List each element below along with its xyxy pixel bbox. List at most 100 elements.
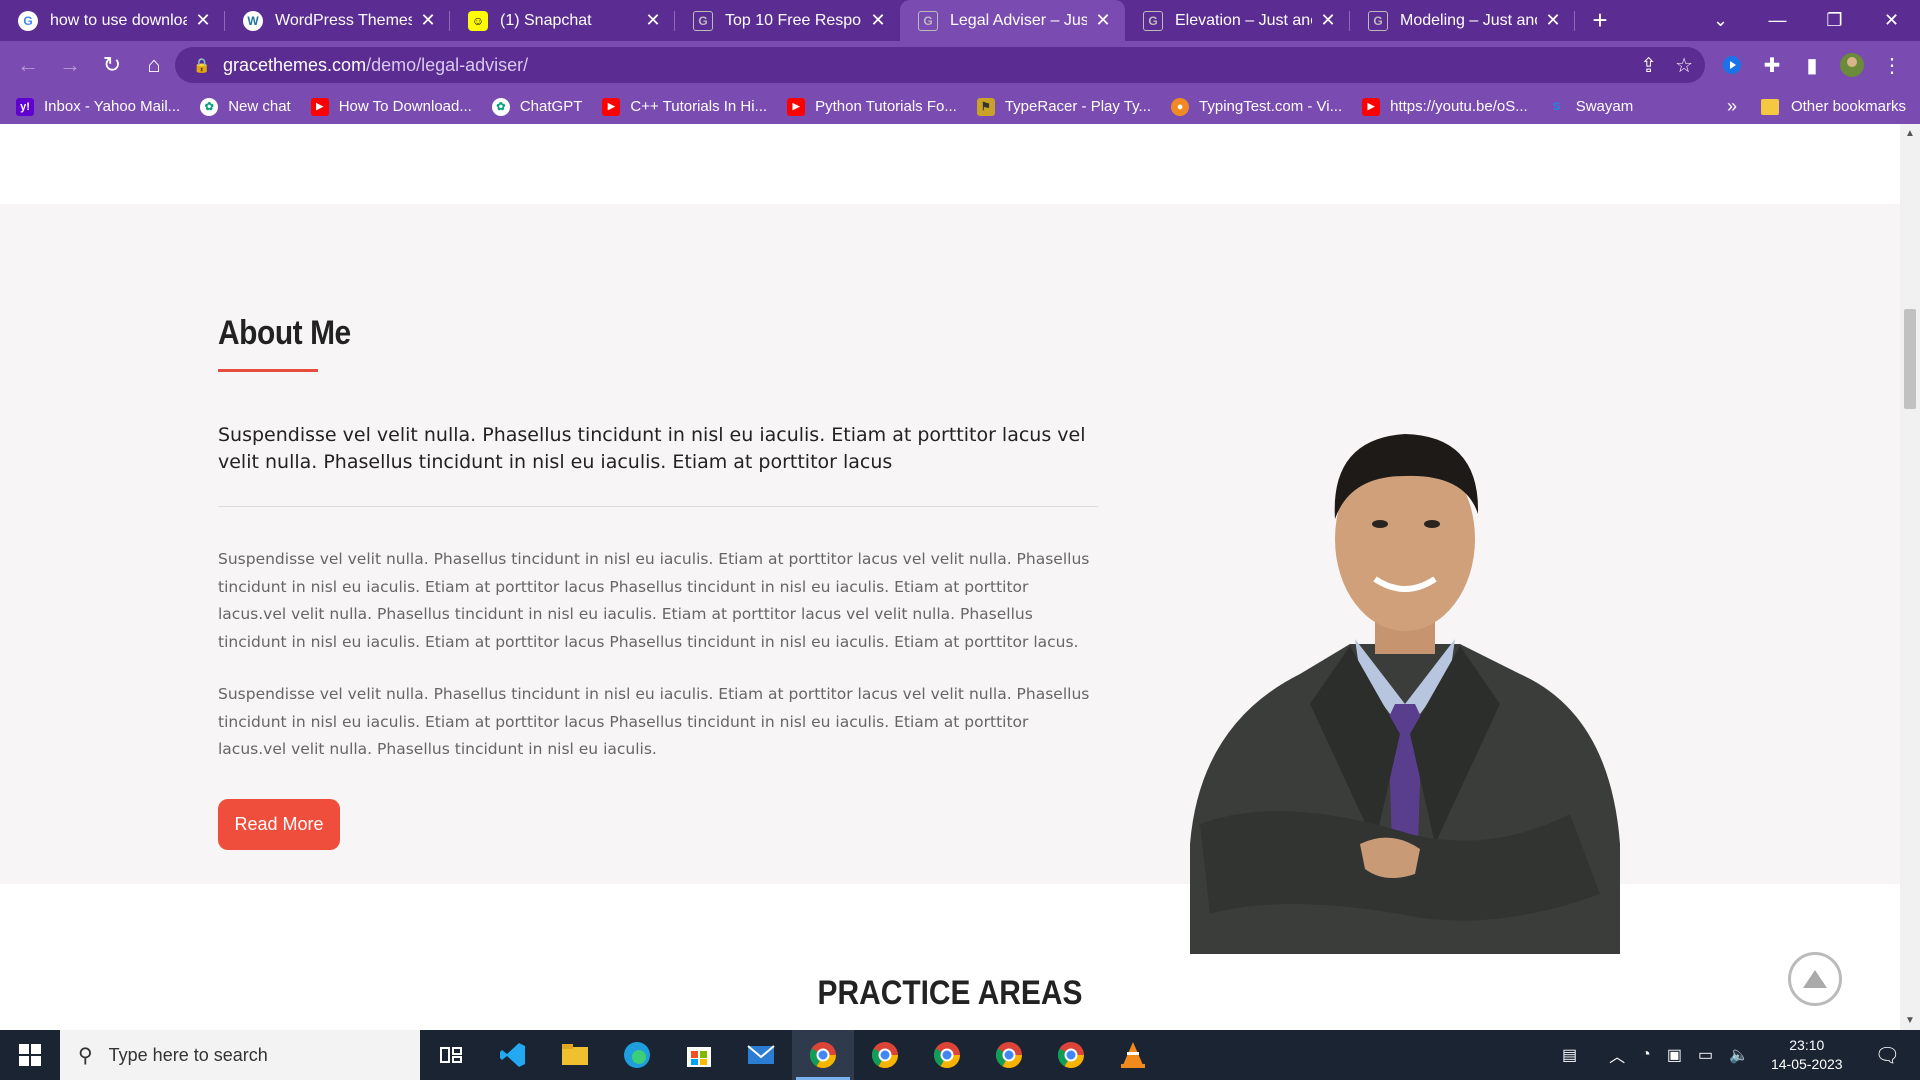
system-tray: ▤ ︿ ◔ ▣ ▭ 🔈 23:10 14-05-2023 🗨 [1554, 1030, 1920, 1080]
about-paragraph: Suspendisse vel velit nulla. Phasellus t… [218, 550, 1090, 651]
kebab-menu-icon[interactable]: ⋮ [1877, 50, 1907, 80]
close-tab-icon[interactable]: ✕ [868, 10, 888, 31]
restore-icon[interactable]: ❐ [1806, 0, 1863, 41]
page-scrollbar[interactable]: ▲ ▼ [1900, 124, 1920, 1030]
chrome-profile-icon[interactable] [792, 1030, 854, 1080]
bookmark-label: ChatGPT [519, 98, 583, 115]
microsoft-store-icon[interactable] [668, 1030, 730, 1080]
taskbar-search-box[interactable]: ⚲ Type here to search [60, 1030, 420, 1080]
bookmark-item[interactable]: y! Inbox - Yahoo Mail... [16, 97, 180, 116]
chrome-icon[interactable] [916, 1030, 978, 1080]
browser-tab[interactable]: G Elevation – Just anoth ✕ [1125, 0, 1350, 41]
chrome-profile-icon[interactable] [854, 1030, 916, 1080]
browser-tab[interactable]: W WordPress Themes ‹ I ✕ [225, 0, 450, 41]
bookmark-item[interactable]: ✿ ChatGPT [491, 97, 583, 116]
profile-avatar[interactable] [1837, 50, 1867, 80]
chrome-profile-icon[interactable] [978, 1030, 1040, 1080]
tab-title: WordPress Themes ‹ I [275, 11, 412, 29]
side-panel-icon[interactable]: ▮ [1797, 50, 1827, 80]
chrome-profile-icon[interactable] [1040, 1030, 1102, 1080]
browser-toolbar: ← → ↻ ⌂ 🔒 gracethemes.com/demo/legal-adv… [0, 41, 1920, 89]
bookmark-item[interactable]: ▶ https://youtu.be/oS... [1362, 97, 1528, 116]
youtube-icon: ▶ [602, 97, 621, 116]
bookmark-label: C++ Tutorials In Hi... [630, 98, 768, 115]
url-host: gracethemes.com [223, 54, 367, 75]
edge-icon[interactable] [606, 1030, 668, 1080]
tab-title: Elevation – Just anoth [1175, 11, 1312, 29]
address-bar[interactable]: 🔒 gracethemes.com/demo/legal-adviser/ ⇪ … [175, 47, 1705, 83]
vlc-icon[interactable] [1102, 1030, 1164, 1080]
news-widget-icon[interactable]: ▤ [1562, 1045, 1577, 1065]
close-window-icon[interactable]: ✕ [1863, 0, 1920, 41]
gracethemes-icon: G [693, 10, 713, 31]
reload-icon[interactable]: ↻ [92, 45, 132, 85]
task-view-icon[interactable] [420, 1030, 482, 1080]
bookmark-label: How To Download... [338, 98, 472, 115]
read-more-button[interactable]: Read More [218, 799, 340, 850]
other-bookmarks[interactable]: Other bookmarks [1791, 98, 1906, 115]
lock-icon[interactable]: 🔒 [193, 57, 210, 74]
openai-icon: ✿ [491, 97, 510, 116]
bookmarks-bar: y! Inbox - Yahoo Mail... ✿ New chat ▶ How T… [0, 89, 1920, 124]
bookmark-item[interactable]: ⚑ TypeRacer - Play Ty... [976, 97, 1152, 116]
home-icon[interactable]: ⌂ [134, 45, 174, 85]
scroll-up-arrow-icon[interactable]: ▲ [1900, 128, 1920, 139]
page-viewport: About Me Suspendisse vel velit nulla. Ph… [0, 124, 1900, 1030]
forward-arrow-icon[interactable]: → [50, 45, 90, 85]
windows-start-icon[interactable] [0, 1030, 60, 1080]
browser-tab[interactable]: G how to use download ✕ [0, 0, 225, 41]
battery-icon[interactable]: ▭ [1698, 1045, 1713, 1065]
bookmark-star-icon[interactable]: ☆ [1675, 53, 1693, 78]
tab-search-icon[interactable]: ⌄ [1692, 0, 1749, 41]
close-tab-icon[interactable]: ✕ [418, 10, 438, 31]
show-hidden-icons-chevron-icon[interactable]: ︿ [1609, 1043, 1625, 1067]
search-icon: ⚲ [78, 1044, 93, 1067]
bookmark-item[interactable]: ▶ Python Tutorials Fo... [787, 97, 957, 116]
bookmark-label: TypingTest.com - Vi... [1199, 98, 1343, 115]
close-tab-icon[interactable]: ✕ [193, 10, 213, 31]
browser-tab-strip: G how to use download ✕ W WordPress Them… [0, 0, 1920, 41]
vscode-icon[interactable] [482, 1030, 544, 1080]
close-tab-icon[interactable]: ✕ [643, 10, 663, 31]
window-controls: ⌄ — ❐ ✕ [1692, 0, 1920, 41]
new-tab-button[interactable]: + [1575, 0, 1625, 41]
bookmark-label: Swayam [1575, 98, 1634, 115]
url-path: /demo/legal-adviser/ [366, 54, 529, 75]
volume-icon[interactable]: 🔈 [1729, 1045, 1749, 1065]
gracethemes-icon: G [1368, 10, 1388, 31]
bookmark-item[interactable]: ✿ New chat [200, 97, 291, 116]
wifi-icon[interactable]: ◔ [1641, 1046, 1651, 1064]
bookmark-item[interactable]: ● TypingTest.com - Vi... [1171, 97, 1343, 116]
about-lead-text: Suspendisse vel velit nulla. Phasellus t… [218, 424, 1086, 473]
close-tab-icon[interactable]: ✕ [1093, 10, 1113, 31]
scrollbar-thumb[interactable] [1904, 309, 1916, 409]
notifications-icon[interactable]: 🗨 [1875, 1043, 1900, 1068]
bookmark-item[interactable]: ▶ How To Download... [310, 97, 472, 116]
bookmark-item[interactable]: S Swayam [1548, 98, 1634, 116]
extensions-puzzle-icon[interactable]: ✚ [1757, 50, 1787, 80]
meet-now-icon[interactable]: ▣ [1667, 1045, 1682, 1065]
tab-title: how to use download [50, 11, 187, 29]
back-arrow-icon[interactable]: ← [8, 45, 48, 85]
divider [218, 506, 1098, 507]
close-tab-icon[interactable]: ✕ [1543, 10, 1563, 31]
browser-tab-active[interactable]: G Legal Adviser – Just an ✕ [900, 0, 1125, 41]
bookmarks-overflow-button[interactable]: » [1727, 96, 1737, 117]
openai-icon: ✿ [200, 97, 219, 116]
file-explorer-icon[interactable] [544, 1030, 606, 1080]
yahoo-icon: y! [16, 97, 34, 116]
bookmark-label: TypeRacer - Play Ty... [1004, 98, 1152, 115]
minimize-icon[interactable]: — [1749, 0, 1806, 41]
share-icon[interactable]: ⇪ [1640, 53, 1657, 78]
extension-media-icon[interactable] [1717, 50, 1747, 80]
browser-tab[interactable]: G Top 10 Free Responsiv ✕ [675, 0, 900, 41]
browser-tab[interactable]: G Modeling – Just anoth ✕ [1350, 0, 1575, 41]
taskbar-clock[interactable]: 23:10 14-05-2023 [1771, 1036, 1843, 1074]
about-paragraph: Suspendisse vel velit nulla. Phasellus t… [218, 685, 1090, 758]
browser-tab[interactable]: ☺ (1) Snapchat ✕ [450, 0, 675, 41]
scroll-down-arrow-icon[interactable]: ▼ [1900, 1015, 1920, 1026]
bookmark-item[interactable]: ▶ C++ Tutorials In Hi... [602, 97, 768, 116]
close-tab-icon[interactable]: ✕ [1318, 10, 1338, 31]
mail-icon[interactable] [730, 1030, 792, 1080]
scroll-to-top-button[interactable] [1788, 952, 1842, 1006]
